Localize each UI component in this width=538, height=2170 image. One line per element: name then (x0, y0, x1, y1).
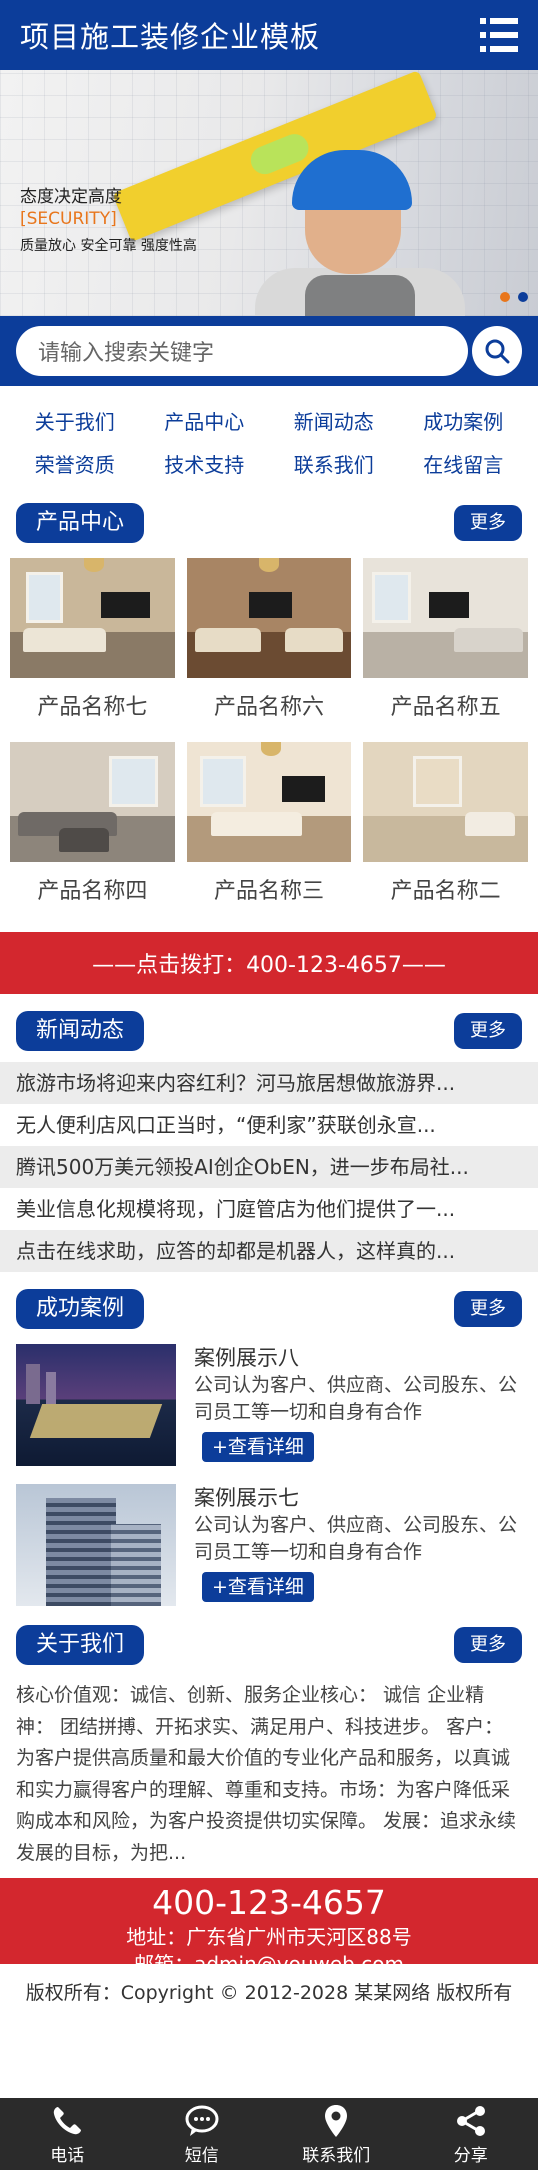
call-bar[interactable]: ——点击拨打：400-123-4657—— (0, 932, 538, 994)
message-icon (185, 2105, 219, 2136)
news-item[interactable]: 美业信息化规模将现，门庭管店为他们提供了一... (0, 1188, 538, 1230)
news-item[interactable]: 旅游市场将迎来内容红利？河马旅居想做旅游界... (0, 1062, 538, 1104)
product-card[interactable]: 产品名称五 (363, 558, 528, 738)
about-text: 核心价值观：诚信、创新、服务企业核心： 诚信 企业精神： 团结拼搏、开拓求实、满… (16, 1684, 517, 1864)
product-name: 产品名称五 (390, 695, 501, 720)
product-image (10, 558, 175, 678)
banner-slogan-line-3: 质量放心 安全可靠 强度性高 (20, 238, 197, 254)
cases-more-button[interactable]: 更多 (454, 1291, 522, 1327)
hero-banner[interactable]: 态度决定高度 [SECURITY] 质量放心 安全可靠 强度性高 (0, 70, 538, 316)
product-name: 产品名称二 (390, 879, 501, 904)
nav-link-about[interactable]: 关于我们 (10, 406, 140, 435)
product-name: 产品名称三 (213, 879, 324, 904)
search-input[interactable]: 请输入搜索关键字 (16, 326, 468, 376)
case-item[interactable]: 案例展示八 公司认为客户、供应商、公司股东、公司员工等一切和自身有合作 +查看详… (0, 1344, 538, 1466)
about-section-header: 关于我们 更多 (0, 1624, 538, 1666)
tab-contact[interactable]: 联系我们 (269, 2098, 404, 2170)
about-heading: 关于我们 (16, 1625, 145, 1665)
cases-section-header: 成功案例 更多 (0, 1288, 538, 1330)
news-item[interactable]: 点击在线求助，应答的却都是机器人，这样真的... (0, 1230, 538, 1272)
tab-message[interactable]: 短信 (135, 2098, 270, 2170)
banner-slogan-line-2: [SECURITY] (20, 209, 117, 229)
case-description: 公司认为客户、供应商、公司股东、公司员工等一切和自身有合作 (194, 1514, 518, 1563)
worker-vest-image (305, 275, 415, 316)
nav-link-honors[interactable]: 荣誉资质 (10, 449, 140, 478)
contact-block: 400-123-4657 地址：广东省广州市天河区88号 邮箱：admin@yo… (0, 1878, 538, 1976)
products-section-header: 产品中心 更多 (0, 502, 538, 544)
nav-link-contact[interactable]: 联系我们 (269, 449, 399, 478)
product-card[interactable]: 产品名称三 (186, 742, 352, 922)
slider-dots (500, 292, 528, 302)
products-more-button[interactable]: 更多 (454, 505, 522, 541)
product-name: 产品名称四 (37, 879, 148, 904)
product-name: 产品名称七 (37, 695, 148, 720)
case-detail-button[interactable]: +查看详细 (202, 1432, 314, 1462)
copyright: 版权所有：Copyright © 2012-2028 某某网络 版权所有 (25, 1982, 513, 2004)
tab-contact-label: 联系我们 (302, 2145, 371, 2166)
search-icon (485, 339, 510, 364)
bottom-tab-bar: 电话 短信 联系我们 分享 (0, 2098, 538, 2170)
tab-share[interactable]: 分享 (404, 2098, 538, 2170)
phone-icon (54, 2106, 82, 2134)
product-image (363, 742, 528, 862)
product-card[interactable]: 产品名称四 (10, 742, 175, 922)
banner-slogan-line-1: 态度决定高度 (20, 187, 122, 207)
case-image (16, 1484, 176, 1606)
product-name: 产品名称六 (213, 695, 324, 720)
nav-link-cases[interactable]: 成功案例 (399, 406, 529, 435)
product-card[interactable]: 产品名称七 (10, 558, 175, 738)
share-icon (456, 2105, 485, 2136)
contact-address: 地址：广东省广州市天河区88号 (126, 1925, 412, 1949)
product-card[interactable]: 产品名称二 (363, 742, 528, 922)
product-image (10, 742, 175, 862)
case-title: 案例展示七 (194, 1486, 299, 1510)
site-title: 项目施工装修企业模板 (20, 20, 321, 54)
product-card[interactable]: 产品名称六 (186, 558, 352, 738)
slider-dot-1[interactable] (500, 292, 510, 302)
banner-slogan: 态度决定高度 [SECURITY] 质量放心 安全可靠 强度性高 (20, 182, 197, 255)
contact-phone[interactable]: 400-123-4657 (0, 1882, 538, 1924)
location-icon (325, 2104, 348, 2137)
news-heading: 新闻动态 (16, 1011, 145, 1051)
news-more-button[interactable]: 更多 (454, 1013, 522, 1049)
nav-link-support[interactable]: 技术支持 (140, 449, 270, 478)
case-item[interactable]: 案例展示七 公司认为客户、供应商、公司股东、公司员工等一切和自身有合作 +查看详… (0, 1484, 538, 1606)
quick-nav: 关于我们 产品中心 新闻动态 成功案例 荣誉资质 技术支持 联系我们 在线留言 (0, 386, 538, 488)
case-title: 案例展示八 (194, 1346, 299, 1370)
tab-phone-label: 电话 (50, 2145, 85, 2166)
nav-link-news[interactable]: 新闻动态 (269, 406, 399, 435)
product-image (186, 558, 352, 678)
site-header: 项目施工装修企业模板 (0, 0, 538, 70)
cases-heading: 成功案例 (16, 1289, 145, 1329)
slider-dot-2[interactable] (518, 292, 528, 302)
case-detail-button[interactable]: +查看详细 (202, 1572, 314, 1602)
products-heading: 产品中心 (16, 503, 145, 543)
nav-link-products[interactable]: 产品中心 (140, 406, 270, 435)
news-item[interactable]: 无人便利店风口正当时，“便利家”获联创永宣... (0, 1104, 538, 1146)
news-section-header: 新闻动态 更多 (0, 1010, 538, 1052)
product-image (186, 742, 352, 862)
search-button[interactable] (472, 326, 522, 376)
menu-icon[interactable] (480, 18, 518, 52)
tab-share-label: 分享 (453, 2145, 488, 2166)
tab-message-label: 短信 (184, 2145, 219, 2166)
about-more-button[interactable]: 更多 (454, 1627, 522, 1663)
news-list: 旅游市场将迎来内容红利？河马旅居想做旅游界... 无人便利店风口正当时，“便利家… (0, 1052, 538, 1272)
case-image (16, 1344, 176, 1466)
search-bar: 请输入搜索关键字 (0, 316, 538, 386)
nav-link-message[interactable]: 在线留言 (399, 449, 529, 478)
product-grid: 产品名称七 产品名称六 产品名称五 产品名称四 产品名称三 产品名称二 (0, 544, 538, 922)
tab-phone[interactable]: 电话 (0, 2098, 135, 2170)
case-description: 公司认为客户、供应商、公司股东、公司员工等一切和自身有合作 (194, 1374, 518, 1423)
news-item[interactable]: 腾讯500万美元领投AI创企ObEN，进一步布局社... (0, 1146, 538, 1188)
product-image (363, 558, 528, 678)
